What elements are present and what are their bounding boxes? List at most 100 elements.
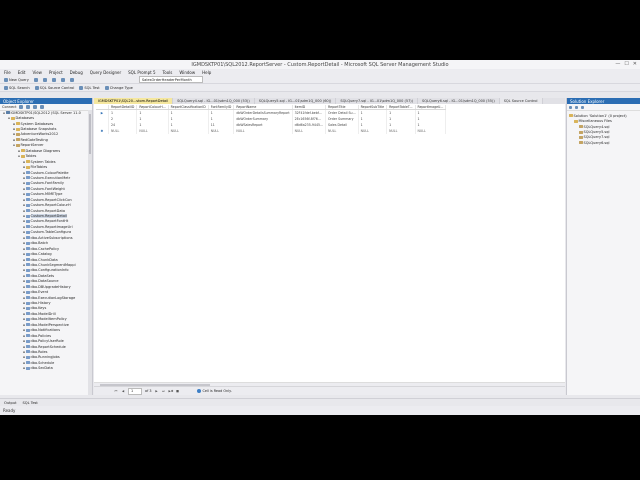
column-header[interactable]: ReportSubTitle xyxy=(358,105,388,110)
show-all-files-icon[interactable] xyxy=(575,105,578,109)
properties-icon[interactable] xyxy=(569,105,572,109)
folder-icon xyxy=(574,119,578,123)
copy-icon[interactable] xyxy=(69,77,74,82)
minimize-button[interactable]: — xyxy=(615,61,620,67)
solution-node[interactable]: SQLQuery6.sql xyxy=(567,140,640,145)
disconnect-icon[interactable] xyxy=(19,105,24,109)
row-marker[interactable]: ✱ xyxy=(96,128,109,134)
last-record-button[interactable]: ⏭ xyxy=(162,389,166,393)
table-icon xyxy=(26,230,30,234)
grid-cell[interactable]: NULL xyxy=(325,128,359,134)
menu-item-9[interactable]: Help xyxy=(202,70,211,75)
object-explorer-scrollbar[interactable] xyxy=(88,110,92,395)
menu-item-2[interactable]: View xyxy=(32,70,42,75)
window-title: IGMDSKTP01\SQL2012.ReportServer - Custom… xyxy=(191,61,449,68)
grid-cell[interactable]: NULL xyxy=(386,128,416,134)
table-icon xyxy=(26,176,30,180)
table-icon xyxy=(26,350,30,354)
menu-item-5[interactable]: Query Designer xyxy=(90,70,121,75)
tree-node-label: Custom.FontFamily xyxy=(30,181,64,186)
table-icon xyxy=(26,301,30,305)
grid-cell[interactable]: NULL xyxy=(292,128,327,134)
menu-item-8[interactable]: Window xyxy=(179,70,195,75)
folder-icon xyxy=(569,114,573,118)
table-icon xyxy=(26,285,30,289)
refresh-icon[interactable] xyxy=(40,105,45,109)
table-icon xyxy=(26,361,30,365)
maximize-button[interactable]: ☐ xyxy=(624,61,628,67)
tree-node[interactable]: ⊟ IGMDSKTP01\SQL2012 (SQL Server 11.0 xyxy=(0,110,88,115)
table-icon xyxy=(26,252,30,256)
tab-sql-test[interactable]: SQL Test xyxy=(22,401,37,405)
open-icon[interactable] xyxy=(33,77,38,82)
filter-icon[interactable] xyxy=(33,105,38,109)
cut-icon[interactable] xyxy=(60,77,65,82)
grid-cell[interactable]: NULL xyxy=(136,128,169,134)
close-button[interactable]: ✕ xyxy=(633,61,637,67)
new-record-button[interactable]: ▶✱ xyxy=(169,389,174,393)
folder-icon xyxy=(16,122,20,126)
previous-record-button[interactable]: ◀ xyxy=(121,389,125,393)
tree-node-label: Custom.ReportClickCon xyxy=(30,197,72,202)
table-icon xyxy=(26,328,30,332)
refresh-icon[interactable] xyxy=(581,105,584,109)
sql-source-control-button[interactable]: SQL Source Control xyxy=(34,85,74,90)
menu-item-3[interactable]: Project xyxy=(49,70,63,75)
db-icon xyxy=(16,138,20,142)
column-header[interactable]: ReportColourH... xyxy=(136,105,169,110)
table-icon xyxy=(26,225,30,229)
menu-item-4[interactable]: Debug xyxy=(70,70,83,75)
column-header[interactable]: ReportDetailID xyxy=(108,105,138,110)
menu-item-1[interactable]: Edit xyxy=(18,70,26,75)
stop-icon[interactable] xyxy=(26,105,31,109)
tree-node-label: dbo.ModelDrill xyxy=(30,311,56,316)
folder-icon xyxy=(16,127,20,131)
menu-item-7[interactable]: Tools xyxy=(163,70,173,75)
sql-test-button[interactable]: SQL Test xyxy=(79,85,100,90)
table-icon xyxy=(26,181,30,185)
change-type-button[interactable]: Change Type xyxy=(104,85,133,90)
tab-document[interactable]: SQLQuery4.sql - IG...01\sdm1Q_000 (53)) xyxy=(173,98,255,104)
grid-cell[interactable]: NULL xyxy=(208,128,235,134)
grid-cell[interactable]: NULL xyxy=(358,128,388,134)
first-record-button[interactable]: ⏮ xyxy=(114,389,118,393)
tree-node-label: dbo.ModelPerspective xyxy=(30,322,69,327)
table-icon xyxy=(26,290,30,294)
tab-document[interactable]: IGMDSKTP01\SQL20...stom.ReportDetail xyxy=(94,98,174,104)
tab-document[interactable]: SQL Source Control xyxy=(499,98,543,104)
grid-cell[interactable]: NULL xyxy=(168,128,209,134)
menu-item-6[interactable]: SQL Prompt 5 xyxy=(128,70,155,75)
record-position-input[interactable]: 1 xyxy=(128,387,142,395)
column-header[interactable]: FontFamilyID xyxy=(208,105,235,110)
find-combo[interactable]: SalesOrderHeaderPerMonth xyxy=(138,76,203,83)
grid-cell[interactable]: NULL xyxy=(415,128,447,134)
column-header[interactable]: ReportImageU... xyxy=(415,105,447,110)
tab-document[interactable]: SQLQuery5.sql - IG...01\sdm1Q_000 (60)) xyxy=(255,98,337,104)
tree-node-label: dbo.ChunkSegmentMappi xyxy=(30,262,76,267)
save-all-icon[interactable] xyxy=(51,77,56,82)
server-icon xyxy=(6,111,10,115)
table-icon xyxy=(26,263,30,267)
db-icon xyxy=(16,143,20,147)
grid-cell[interactable]: NULL xyxy=(108,128,138,134)
column-header[interactable]: ReportTableT... xyxy=(386,105,416,110)
connect-button[interactable]: Connect xyxy=(2,105,16,109)
scroll-thumb[interactable] xyxy=(89,114,91,154)
stop-button[interactable]: ■ xyxy=(176,389,180,393)
search-icon xyxy=(4,85,8,90)
tree-node-label: Custom.FontWeight xyxy=(30,186,65,191)
new-query-button[interactable]: New Query xyxy=(4,77,29,82)
next-record-button[interactable]: ▶ xyxy=(155,389,159,393)
menu-item-0[interactable]: File xyxy=(4,70,11,75)
column-header[interactable]: ReportClassificationID xyxy=(168,105,209,110)
grid-cell[interactable]: NULL xyxy=(233,128,293,134)
tree-node-label: dbo.ExecutionLogStorage xyxy=(30,295,76,300)
tree-node-label: FileTables xyxy=(30,165,48,170)
tab-document[interactable]: SQLQuery7.sql - IG...01\sdm1Q_000 (57)) xyxy=(336,98,419,104)
tab-document[interactable]: SQLQuery6.sql - IG...01\sdm1Q_000 (55)) xyxy=(418,98,500,104)
sql-search-button[interactable]: SQL Search xyxy=(4,85,30,90)
save-icon[interactable] xyxy=(42,77,47,82)
tab-output[interactable]: Output xyxy=(4,401,16,405)
tree-node[interactable]: ⊞ dbo.SecData xyxy=(0,366,88,371)
tree-node-label: dbo.History xyxy=(30,301,51,306)
